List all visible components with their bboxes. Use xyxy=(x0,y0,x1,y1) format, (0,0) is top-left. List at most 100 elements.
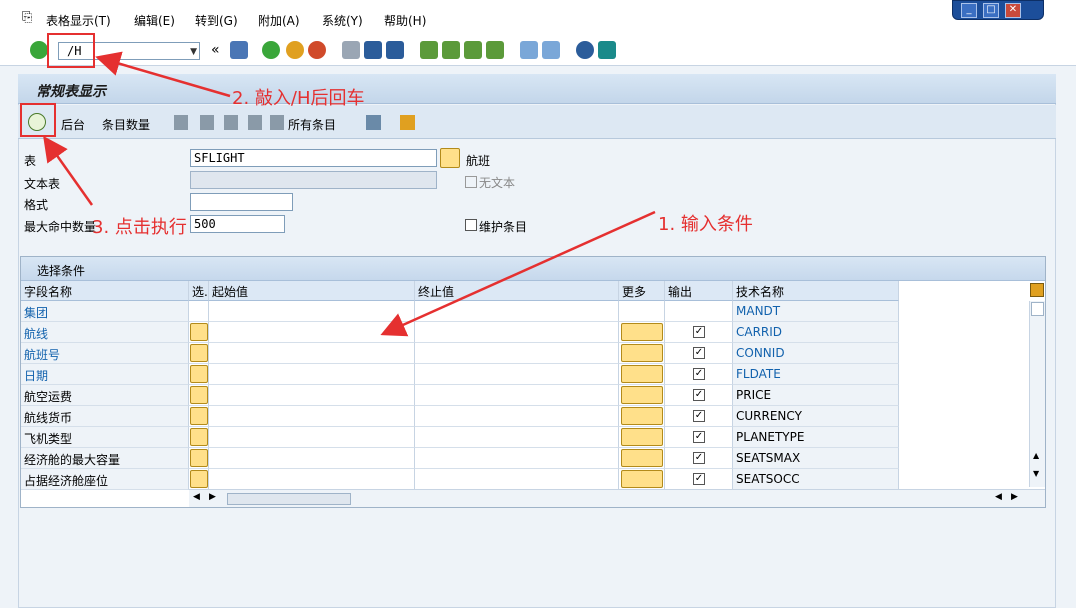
row-to-input[interactable] xyxy=(415,343,619,364)
menu-extras[interactable]: 附加(A) xyxy=(258,12,300,29)
scroll-left-icon[interactable]: ◀ xyxy=(193,492,200,502)
print-icon[interactable] xyxy=(342,41,360,59)
save-icon[interactable] xyxy=(230,41,248,59)
maintain-entries-checkbox[interactable] xyxy=(465,219,477,231)
selection-option-icon[interactable] xyxy=(190,449,208,467)
selection-option-icon[interactable] xyxy=(190,386,208,404)
system-menu-icon[interactable]: ⎘ xyxy=(22,10,32,25)
selection-option-icon[interactable] xyxy=(190,323,208,341)
hscroll-thumb[interactable] xyxy=(227,493,351,505)
selection-option-icon[interactable] xyxy=(190,344,208,362)
output-checkbox[interactable]: ✓ xyxy=(693,368,705,380)
multiple-selection-icon[interactable] xyxy=(621,470,663,488)
entry-count-button[interactable]: 条目数量 xyxy=(102,116,150,133)
shortcut-icon[interactable] xyxy=(542,41,560,59)
all-entries-icon[interactable] xyxy=(270,115,284,130)
output-checkbox[interactable]: ✓ xyxy=(693,410,705,422)
layout-input[interactable] xyxy=(190,193,293,211)
output-checkbox[interactable]: ✓ xyxy=(693,473,705,485)
column-settings-icon[interactable] xyxy=(1030,283,1044,297)
cancel-icon[interactable] xyxy=(308,41,326,59)
row-from-input[interactable] xyxy=(209,385,415,406)
row-to-input[interactable] xyxy=(415,322,619,343)
exit-icon[interactable] xyxy=(286,41,304,59)
row-field-name: 经济舱的最大容量 xyxy=(21,448,189,469)
row-to-input[interactable] xyxy=(415,427,619,448)
scroll-right-end-icon[interactable]: ▶ xyxy=(1011,492,1018,502)
scroll-left-end-icon[interactable]: ◀ xyxy=(995,492,1002,502)
field-list-icon[interactable] xyxy=(366,115,381,130)
row-to-input[interactable] xyxy=(415,364,619,385)
row-to-input[interactable] xyxy=(415,406,619,427)
selection-option-icon[interactable] xyxy=(190,470,208,488)
output-checkbox[interactable]: ✓ xyxy=(693,431,705,443)
help-icon[interactable] xyxy=(576,41,594,59)
row-tech-name: CONNID xyxy=(733,343,899,364)
row-from-input[interactable] xyxy=(209,427,415,448)
table-search-icon[interactable] xyxy=(440,148,460,168)
multiple-selection-icon[interactable] xyxy=(621,386,663,404)
table-input[interactable]: SFLIGHT xyxy=(190,149,437,167)
multiple-selection-icon[interactable] xyxy=(621,428,663,446)
multiple-selection-icon[interactable] xyxy=(621,449,663,467)
row-to-input[interactable] xyxy=(415,469,619,490)
menu-goto[interactable]: 转到(G) xyxy=(195,12,238,29)
first-page-icon[interactable] xyxy=(420,41,438,59)
menu-help[interactable]: 帮助(H) xyxy=(384,12,426,29)
row-from-input[interactable] xyxy=(209,448,415,469)
row-from-input[interactable] xyxy=(209,406,415,427)
background-button[interactable]: 后台 xyxy=(61,116,85,133)
next-page-icon[interactable] xyxy=(464,41,482,59)
multiple-selection-icon[interactable] xyxy=(621,323,663,341)
prev-page-icon[interactable] xyxy=(442,41,460,59)
row-from-input[interactable] xyxy=(209,343,415,364)
menu-system[interactable]: 系统(Y) xyxy=(322,12,363,29)
row-from-input[interactable] xyxy=(209,469,415,490)
chevron-down-icon[interactable]: ▼ xyxy=(190,47,197,57)
row-field-name: 集团 xyxy=(21,301,189,322)
multiple-selection-icon[interactable] xyxy=(621,365,663,383)
scroll-up-icon[interactable]: ▲ xyxy=(1033,451,1039,460)
new-session-icon[interactable] xyxy=(520,41,538,59)
row-to-input[interactable] xyxy=(415,448,619,469)
scroll-down-icon[interactable]: ▼ xyxy=(1033,469,1039,478)
last-page-icon[interactable] xyxy=(486,41,504,59)
selection-option-icon[interactable] xyxy=(190,407,208,425)
output-checkbox[interactable]: ✓ xyxy=(693,326,705,338)
row-from-input[interactable] xyxy=(209,364,415,385)
back-icon[interactable] xyxy=(262,41,280,59)
page-title: 常规表显示 xyxy=(36,84,106,100)
row-output-cell xyxy=(665,301,733,322)
maximize-icon[interactable]: □ xyxy=(983,3,999,18)
deselect-all-icon[interactable] xyxy=(224,115,238,130)
find-next-icon[interactable] xyxy=(386,41,404,59)
customize-icon[interactable] xyxy=(598,41,616,59)
enter-icon[interactable] xyxy=(30,41,48,59)
output-checkbox[interactable]: ✓ xyxy=(693,389,705,401)
menu-edit[interactable]: 编辑(E) xyxy=(134,12,175,29)
select-block-icon[interactable] xyxy=(200,115,214,130)
select-all-icon[interactable] xyxy=(174,115,188,130)
output-checkbox[interactable]: ✓ xyxy=(693,452,705,464)
multiple-selection-icon[interactable] xyxy=(621,407,663,425)
horizontal-scrollbar[interactable]: ◀ ▶ ◀ ▶ xyxy=(189,489,1045,507)
all-entries-button[interactable]: 所有条目 xyxy=(288,116,336,133)
export-icon[interactable] xyxy=(400,115,415,130)
menu-table-display[interactable]: 表格显示(T) xyxy=(46,12,111,29)
scroll-thumb[interactable] xyxy=(1031,302,1044,316)
collapse-icon[interactable]: « xyxy=(211,42,220,58)
row-to-input[interactable] xyxy=(415,385,619,406)
max-hits-input[interactable]: 500 xyxy=(190,215,285,233)
selection-option-icon[interactable] xyxy=(190,428,208,446)
close-icon[interactable]: ✕ xyxy=(1005,3,1021,18)
minimize-icon[interactable]: _ xyxy=(961,3,977,18)
row-from-input[interactable] xyxy=(209,322,415,343)
delete-selection-icon[interactable] xyxy=(248,115,262,130)
selection-option-icon[interactable] xyxy=(190,365,208,383)
scroll-right-icon[interactable]: ▶ xyxy=(209,492,216,502)
header-output: 输出 xyxy=(665,281,733,301)
multiple-selection-icon[interactable] xyxy=(621,344,663,362)
vertical-scrollbar[interactable]: ▲ ▼ xyxy=(1029,301,1045,487)
output-checkbox[interactable]: ✓ xyxy=(693,347,705,359)
find-icon[interactable] xyxy=(364,41,382,59)
